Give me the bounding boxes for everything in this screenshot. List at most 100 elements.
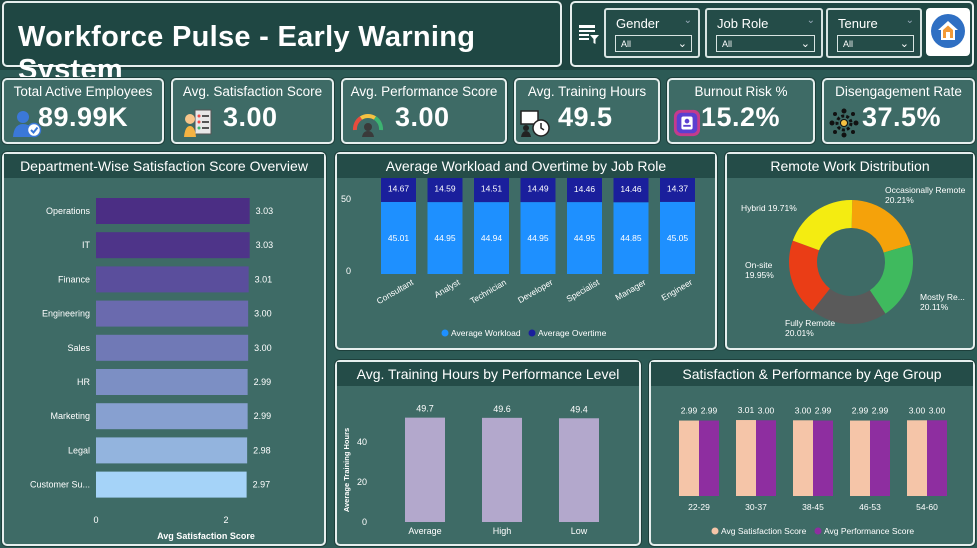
- tenure-dropdown-value: All: [843, 39, 854, 49]
- performance-gauge-icon: [352, 114, 384, 137]
- kpi-label: Avg. Training Hours: [527, 84, 647, 99]
- training-hours-panel: Avg. Training Hours by Performance Level…: [335, 360, 641, 546]
- category-label: Customer Su...: [30, 480, 90, 490]
- home-button[interactable]: [926, 8, 970, 56]
- category-label: Specialist: [564, 277, 601, 304]
- bar: [96, 471, 247, 498]
- legend-label: Avg Performance Score: [824, 526, 914, 536]
- y-tick-label: 0: [346, 266, 351, 276]
- workload-overtime-panel: Average Workload and Overtime by Job Rol…: [335, 152, 717, 350]
- data-label: 3.03: [256, 240, 274, 250]
- workload-overtime-chart: 50045.0114.6759.68Consultant44.9514.5959…: [341, 178, 695, 338]
- department-satisfaction-panel: Department-Wise Satisfaction Score Overv…: [2, 152, 326, 546]
- data-label: 3.00: [795, 405, 812, 415]
- app-title-panel: Workforce Pulse - Early Warning System: [2, 1, 562, 86]
- kpi-label: Disengagement Rate: [835, 84, 962, 99]
- y-tick-label: 0: [362, 517, 367, 527]
- tenure-dropdown[interactable]: All ⌄: [837, 35, 914, 52]
- category-label: Engineering: [42, 309, 90, 319]
- data-label: 14.37: [667, 184, 689, 194]
- job-role-dropdown-value: All: [722, 39, 733, 49]
- category-label: HR: [77, 377, 90, 387]
- bar: [870, 420, 890, 496]
- gender-dropdown[interactable]: All ⌄: [615, 35, 692, 52]
- gender-dropdown-value: All: [621, 39, 632, 49]
- chevron-down-icon: ⌄: [677, 38, 687, 50]
- data-label: 14.46: [620, 184, 642, 194]
- kpi-value: 37.5%: [862, 102, 942, 132]
- data-label: 2.98: [253, 445, 271, 455]
- bar: [813, 420, 833, 496]
- legend-label: Avg Satisfaction Score: [721, 526, 807, 536]
- chevron-down-icon[interactable]: ⌄: [807, 15, 815, 26]
- category-label: 46-53: [859, 502, 881, 512]
- kpi-card-performance: Avg. Performance Score 3.00: [341, 78, 507, 144]
- y-tick-label: 50: [341, 194, 351, 204]
- department-satisfaction-chart: Operations 3.03 IT 3.03 Finance 3.01 Engineeri…: [30, 198, 274, 541]
- kpi-label: Avg. Satisfaction Score: [182, 84, 323, 99]
- category-label: Low: [571, 526, 588, 536]
- data-label: 44.95: [574, 233, 596, 243]
- slice-value: 20.21%: [885, 195, 914, 205]
- age-group-panel: Satisfaction & Performance by Age Group …: [649, 360, 975, 546]
- chevron-down-icon[interactable]: ⌄: [906, 15, 914, 26]
- remote-work-donut-chart: Occasionally Remote20.21%Mostly Re...20.…: [741, 185, 966, 338]
- data-label: 44.85: [620, 233, 642, 243]
- chevron-down-icon: ⌄: [800, 38, 810, 50]
- bar: [96, 266, 249, 293]
- category-label: Developer: [516, 277, 555, 305]
- bar: [405, 417, 445, 522]
- filter-panel: Gender ⌄ All ⌄ Job Role ⌄ All ⌄ Tenure ⌄…: [570, 1, 974, 67]
- training-clock-icon: [520, 110, 550, 137]
- data-label: 49.6: [493, 404, 511, 414]
- category-label: Manager: [613, 277, 647, 303]
- panel-title: Remote Work Distribution: [727, 154, 973, 178]
- data-label: 44.94: [481, 233, 503, 243]
- gender-slicer[interactable]: Gender ⌄ All ⌄: [604, 8, 700, 58]
- data-label: 44.95: [527, 233, 549, 243]
- bar: [907, 420, 927, 496]
- donut-slice: [792, 200, 853, 251]
- kpi-value: 3.00: [223, 102, 278, 132]
- legend-swatch: [814, 527, 822, 535]
- category-label: High: [493, 526, 512, 536]
- data-label: 14.67: [388, 183, 410, 193]
- remote-work-panel: Remote Work Distribution Occasionally Re…: [725, 152, 975, 350]
- kpi-card-burnout: Burnout Risk % 15.2%: [667, 78, 815, 144]
- bar: [927, 420, 947, 496]
- data-label: 3.01: [738, 405, 755, 415]
- data-label: 2.99: [681, 406, 698, 416]
- data-label: 3.00: [909, 405, 926, 415]
- bar: [96, 300, 249, 327]
- bar: [679, 420, 699, 496]
- slice-label: Mostly Re...: [920, 292, 965, 302]
- home-icon: [931, 14, 965, 48]
- data-label: 49.7: [416, 404, 434, 414]
- slice-label: Fully Remote: [785, 318, 835, 328]
- chevron-down-icon[interactable]: ⌄: [684, 15, 692, 26]
- kpi-card-disengagement: Disengagement Rate 37.5%: [822, 78, 975, 144]
- data-label: 2.99: [815, 406, 832, 416]
- kpi-card-total-employees: Total Active Employees 89.99K: [2, 78, 164, 144]
- burnout-icon: [673, 109, 701, 137]
- legend-swatch: [528, 329, 536, 337]
- panel-title: Average Workload and Overtime by Job Rol…: [337, 154, 715, 178]
- data-label: 2.99: [872, 406, 889, 416]
- data-label: 3.00: [929, 405, 946, 415]
- job-role-dropdown[interactable]: All ⌄: [716, 35, 815, 52]
- bar: [96, 403, 248, 430]
- kpi-value: 89.99K: [38, 102, 129, 132]
- bar: [559, 418, 599, 522]
- slice-value: 20.01%: [785, 328, 814, 338]
- job-role-slicer[interactable]: Job Role ⌄ All ⌄: [705, 8, 823, 58]
- category-label: Average: [408, 526, 441, 536]
- donut-slice: [851, 200, 911, 253]
- network-gear-icon: [829, 108, 859, 138]
- data-label: 14.49: [527, 184, 549, 194]
- filter-icon[interactable]: [578, 23, 600, 45]
- bar: [793, 420, 813, 496]
- data-label: 14.46: [574, 184, 596, 194]
- training-hours-chart: 0 20 40 Average Training Hours 49.7 Average 49…: [342, 404, 599, 536]
- data-label: 3.00: [254, 309, 272, 319]
- tenure-slicer[interactable]: Tenure ⌄ All ⌄: [826, 8, 922, 58]
